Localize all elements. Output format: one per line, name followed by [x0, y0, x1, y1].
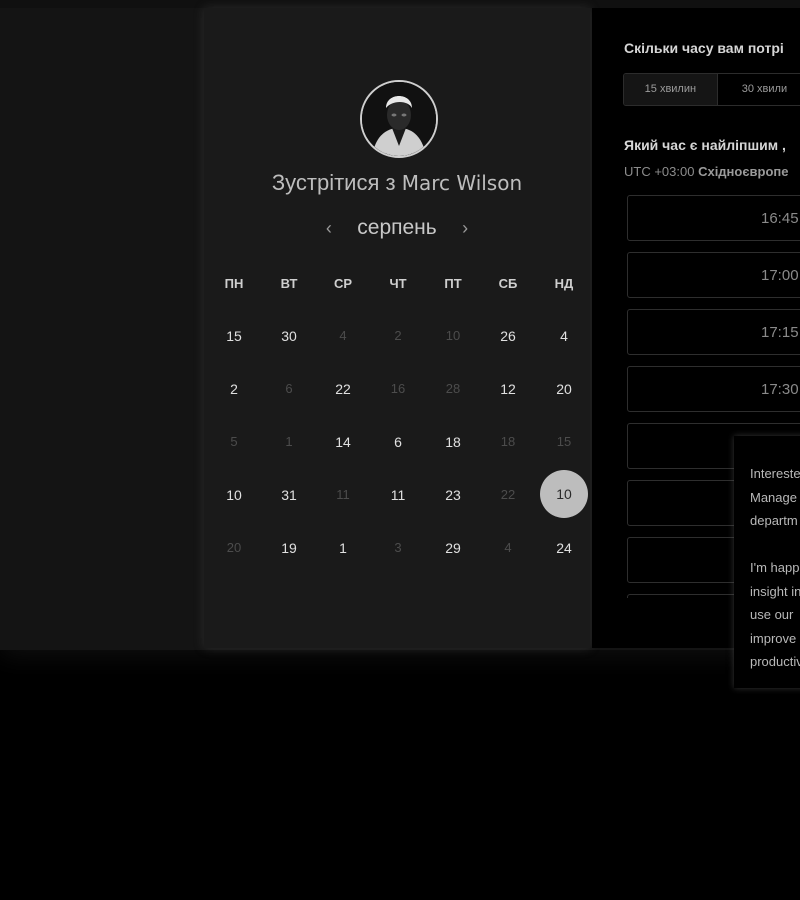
- calendar-day[interactable]: 20: [544, 381, 584, 397]
- time-slot-label: 17:30: [761, 381, 799, 398]
- top-strip: [0, 0, 800, 8]
- host-description-tooltip: Intereste Manage departm I'm happ insight in…: [734, 436, 800, 688]
- tooltip-text-line: I'm happ: [750, 560, 800, 575]
- calendar-day: 11: [336, 487, 350, 502]
- calendar-day[interactable]: 11: [378, 487, 418, 503]
- tooltip-text-line: insight in: [750, 583, 800, 599]
- calendar-day[interactable]: 29: [433, 540, 473, 556]
- calendar-day[interactable]: 4: [544, 328, 584, 344]
- tooltip-text-line: productiv: [750, 654, 800, 669]
- calendar-day: 22: [500, 487, 516, 502]
- tooltip-text-line: improve: [750, 630, 797, 646]
- calendar-day: 2: [394, 328, 402, 343]
- time-question: Який час є найліпшим ,: [624, 137, 786, 153]
- calendar-day[interactable]: 31: [269, 487, 309, 503]
- tooltip-text-line: Intereste: [750, 466, 800, 481]
- calendar-day[interactable]: 15: [214, 328, 254, 344]
- tooltip-text-line: departm: [750, 513, 798, 528]
- calendar-day-selected[interactable]: 10: [540, 470, 588, 518]
- calendar-day[interactable]: 24: [544, 540, 584, 556]
- time-slot-label: 16:45: [761, 210, 799, 227]
- duration-selector: 15 хвилин 30 хвили: [623, 73, 800, 106]
- next-month-chevron-icon[interactable]: ›: [455, 218, 475, 239]
- calendar-day: 16: [390, 381, 406, 396]
- calendar-day[interactable]: 18: [433, 434, 473, 450]
- timezone-offset: UTC +03:00: [624, 164, 695, 179]
- calendar-day[interactable]: 1: [323, 540, 363, 556]
- weekday-header: СР: [333, 276, 353, 291]
- calendar-day: 1: [285, 434, 293, 449]
- tooltip-text-line: use our: [750, 607, 794, 622]
- timezone-label: UTC +03:00 Східноєвропе: [624, 164, 789, 179]
- calendar-day[interactable]: 30: [269, 328, 309, 344]
- calendar-day[interactable]: 2: [214, 381, 254, 397]
- weekday-header: ВТ: [280, 276, 298, 291]
- calendar-day: 4: [504, 540, 512, 555]
- month-label: серпень: [357, 216, 437, 239]
- calendar-day: 20: [226, 540, 242, 555]
- tooltip-text-line: Manage: [750, 489, 797, 505]
- duration-option-30[interactable]: 30 хвили: [718, 74, 800, 105]
- avatar: [360, 80, 438, 158]
- weekday-header: ПН: [224, 276, 244, 291]
- time-slot-label: 17:15: [761, 324, 799, 341]
- booking-title: Зустрітися з Marc Wilson: [204, 170, 590, 196]
- time-slot-label: 17:00: [761, 267, 799, 284]
- weekday-header: ПТ: [444, 276, 462, 291]
- calendar-day: 6: [285, 381, 293, 396]
- calendar-day: 3: [394, 540, 402, 555]
- timezone-name: Східноєвропе: [698, 164, 789, 179]
- host-name: Marc Wilson: [401, 171, 523, 195]
- time-slot[interactable]: 16:45: [627, 195, 800, 241]
- booking-card: Зустрітися з Marc Wilson ‹ серпень › ПН В…: [204, 8, 590, 648]
- calendar-day: 15: [556, 434, 572, 449]
- time-slot[interactable]: 17:00: [627, 252, 800, 298]
- duration-question: Скільки часу вам потрі: [624, 40, 784, 56]
- calendar-day: 28: [445, 381, 461, 396]
- weekday-header: СБ: [498, 276, 518, 291]
- calendar-day[interactable]: 6: [378, 434, 418, 450]
- calendar-day[interactable]: 22: [323, 381, 363, 397]
- host-photo: [362, 82, 436, 156]
- weekday-header: ЧТ: [389, 276, 407, 291]
- calendar-day: 10: [445, 328, 461, 343]
- calendar-day[interactable]: 23: [433, 487, 473, 503]
- time-slot[interactable]: 17:30: [627, 366, 800, 412]
- month-navigation: ‹ серпень ›: [204, 216, 590, 240]
- calendar-day: 18: [500, 434, 516, 449]
- calendar-day: 4: [339, 328, 347, 343]
- title-prefix: Зустрітися з: [271, 170, 396, 195]
- calendar-day[interactable]: 12: [488, 381, 528, 397]
- weekday-header: НД: [554, 276, 574, 291]
- prev-month-chevron-icon[interactable]: ‹: [319, 218, 339, 239]
- calendar-day[interactable]: 10: [214, 487, 254, 503]
- duration-option-15[interactable]: 15 хвилин: [624, 74, 718, 105]
- calendar-day: 5: [230, 434, 238, 449]
- time-slot[interactable]: 17:15: [627, 309, 800, 355]
- calendar-day[interactable]: 14: [323, 434, 363, 450]
- calendar-day[interactable]: 26: [488, 328, 528, 344]
- calendar-day[interactable]: 19: [269, 540, 309, 556]
